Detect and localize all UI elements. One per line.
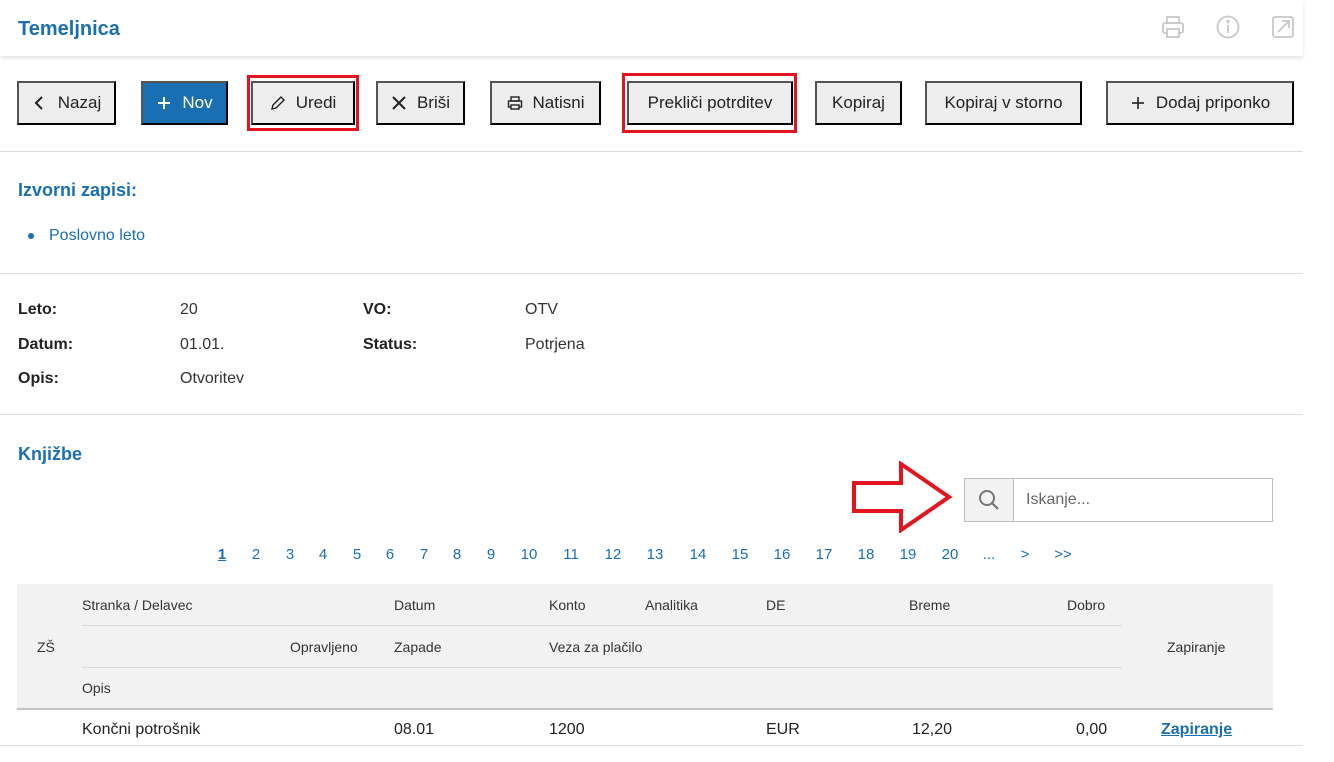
column-header[interactable]: Veza za plačilo	[549, 639, 642, 655]
search-button[interactable]	[965, 479, 1014, 521]
page-link[interactable]: 14	[690, 546, 707, 563]
info-icon[interactable]	[1215, 14, 1241, 40]
header-divider	[82, 625, 1122, 626]
add-attachment-button[interactable]: Dodaj priponko	[1106, 81, 1294, 125]
cancel-confirmation-button[interactable]: Prekliči potrditev	[627, 81, 793, 125]
plus-icon	[1131, 97, 1144, 109]
page-link[interactable]: 18	[858, 546, 875, 563]
debit-cell: 12,20	[912, 721, 953, 738]
arrow-right-icon	[852, 461, 953, 533]
year-value: 20	[180, 301, 198, 318]
page-link[interactable]: 19	[900, 546, 917, 563]
page-link[interactable]: 10	[521, 546, 538, 563]
page-link[interactable]: 9	[487, 546, 495, 563]
open-external-icon[interactable]	[1270, 14, 1296, 40]
copy-storno-button[interactable]: Kopiraj v storno	[925, 81, 1082, 125]
page-link[interactable]: 17	[816, 546, 833, 563]
page-link[interactable]: 7	[420, 546, 428, 563]
column-header[interactable]: Breme	[909, 597, 950, 613]
status-value: Potrjena	[525, 336, 585, 353]
page-link[interactable]: 4	[319, 546, 327, 563]
source-record-link[interactable]: Poslovno leto	[28, 227, 145, 245]
date-value: 01.01.	[180, 336, 225, 353]
page-header: Temeljnica	[0, 0, 1303, 56]
currency-cell: EUR	[766, 721, 800, 738]
page-bottom-divider	[0, 745, 1303, 746]
description-label: Opis:	[18, 370, 59, 387]
page-link[interactable]: 16	[774, 546, 791, 563]
column-header[interactable]: Zapiranje	[1167, 639, 1225, 655]
entries-title: Knjižbe	[18, 444, 83, 464]
column-header[interactable]: ZŠ	[37, 639, 55, 655]
copy-button[interactable]: Kopiraj	[815, 81, 902, 125]
delete-button[interactable]: Briši	[376, 81, 465, 125]
source-records-section	[0, 152, 1303, 274]
status-label: Status:	[363, 336, 418, 353]
vo-label: VO:	[363, 301, 392, 318]
source-records-title: Izvorni zapisi:	[18, 180, 138, 200]
credit-cell: 0,00	[1076, 721, 1108, 738]
search-box	[964, 478, 1273, 522]
column-header[interactable]: Analitika	[645, 597, 698, 613]
close-icon	[392, 96, 406, 110]
page-link[interactable]: 8	[453, 546, 461, 563]
year-label: Leto:	[18, 301, 58, 318]
new-button[interactable]: Nov	[141, 81, 228, 125]
vo-value: OTV	[525, 301, 558, 318]
account-cell: 1200	[549, 721, 585, 738]
page-link[interactable]: 20	[942, 546, 959, 563]
column-header[interactable]: Stranka / Delavec	[82, 597, 193, 613]
page-link[interactable]: 6	[386, 546, 394, 563]
closing-link[interactable]: Zapiranje	[1161, 721, 1232, 739]
page-link[interactable]: 15	[732, 546, 749, 563]
printer-icon	[507, 96, 522, 110]
page-link[interactable]: 5	[353, 546, 361, 563]
date-label: Datum:	[18, 336, 74, 353]
column-header[interactable]: DE	[766, 597, 785, 613]
page-ellipsis[interactable]: ...	[983, 546, 996, 563]
edit-button[interactable]: Uredi	[251, 81, 355, 125]
pagination: 1 2 3 4 5 6 7 8 9 10 11 12 13 14 15 16 1…	[0, 546, 1303, 566]
pencil-icon	[270, 96, 285, 110]
column-header[interactable]: Konto	[549, 597, 586, 613]
party-cell: Končni potrošnik	[82, 721, 201, 738]
search-input[interactable]	[1014, 479, 1272, 521]
print-button[interactable]: Natisni	[490, 81, 601, 125]
next-page-link[interactable]: >	[1021, 546, 1030, 563]
page-link[interactable]: 2	[252, 546, 260, 563]
description-value: Otvoritev	[180, 370, 245, 387]
page-link[interactable]: 1	[218, 546, 226, 563]
page-link[interactable]: 13	[647, 546, 664, 563]
page-link[interactable]: 12	[605, 546, 622, 563]
page-link[interactable]: 3	[286, 546, 294, 563]
chevron-left-icon	[34, 96, 43, 110]
last-page-link[interactable]: >>	[1054, 546, 1072, 563]
printer-icon[interactable]	[1160, 14, 1186, 40]
back-button[interactable]: Nazaj	[17, 81, 116, 125]
table-row[interactable]: Končni potrošnik 08.01 1200 EUR 12,20 0,…	[17, 710, 1273, 750]
toolbar: Nazaj Nov Uredi Briši Natisni Prekliči p…	[0, 56, 1303, 152]
column-header[interactable]: Opis	[82, 680, 111, 696]
plus-icon	[158, 97, 171, 109]
column-header[interactable]: Datum	[394, 597, 435, 613]
page-title: Temeljnica	[18, 18, 120, 40]
date-cell: 08.01	[394, 721, 435, 738]
column-header[interactable]: Dobro	[1067, 597, 1105, 613]
bullet-icon	[28, 233, 34, 239]
column-header[interactable]: Opravljeno	[290, 639, 358, 655]
page-link[interactable]: 11	[563, 546, 579, 563]
entries-table-header: ZŠ Stranka / Delavec Datum Konto Analiti…	[17, 584, 1273, 710]
column-header[interactable]: Zapade	[394, 639, 441, 655]
header-divider	[82, 667, 1122, 668]
search-icon	[979, 490, 999, 510]
